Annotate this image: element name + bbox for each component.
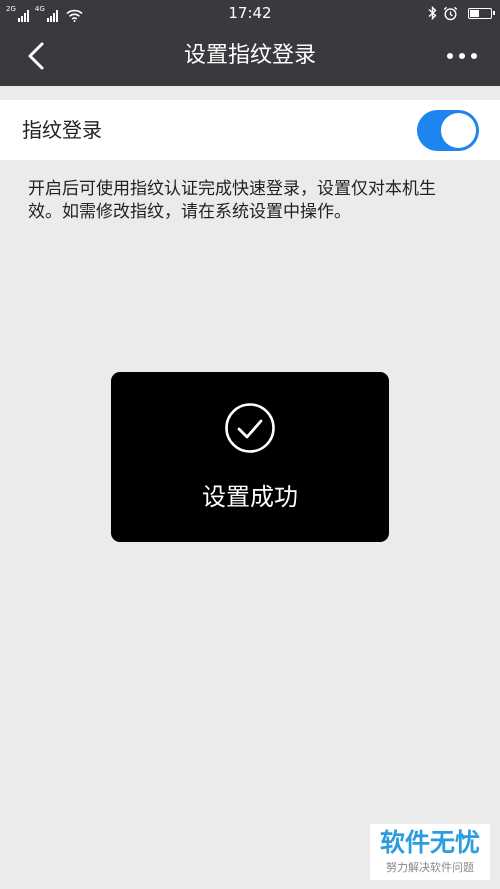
screen: 2G 4G 17:42 设置指纹登录 指纹登录 开启后可使用指纹认证完成快速登录… [0, 0, 500, 889]
fingerprint-login-label: 指纹登录 [22, 118, 102, 142]
success-toast: 设置成功 [111, 372, 389, 542]
toast-message: 设置成功 [202, 483, 298, 511]
watermark-subtitle: 努力解决软件问题 [386, 861, 474, 874]
status-time: 17:42 [228, 4, 272, 22]
fingerprint-login-toggle[interactable] [417, 110, 479, 151]
chevron-left-icon [28, 42, 44, 70]
battery-level [470, 9, 479, 17]
battery-icon [468, 7, 495, 19]
more-button[interactable] [442, 38, 482, 74]
check-circle-icon [225, 403, 275, 453]
back-button[interactable] [18, 38, 54, 74]
toggle-knob [441, 113, 476, 148]
title-bar: 设置指纹登录 [0, 26, 500, 86]
status-right [428, 4, 495, 22]
alarm-icon [443, 6, 458, 20]
bluetooth-icon [428, 6, 437, 20]
watermark-title: 软件无忧 [379, 828, 480, 857]
page-title: 设置指纹登录 [183, 43, 316, 68]
fingerprint-login-row: 指纹登录 [0, 100, 500, 160]
watermark-logo: 软件无忧 努力解决软件问题 [370, 824, 490, 880]
fingerprint-description: 开启后可使用指纹认证完成快速登录，设置仅对本机生效。如需修改指纹，请在系统设置中… [28, 179, 436, 222]
more-horizontal-icon [447, 53, 477, 59]
status-bar: 2G 4G 17:42 [0, 0, 500, 26]
